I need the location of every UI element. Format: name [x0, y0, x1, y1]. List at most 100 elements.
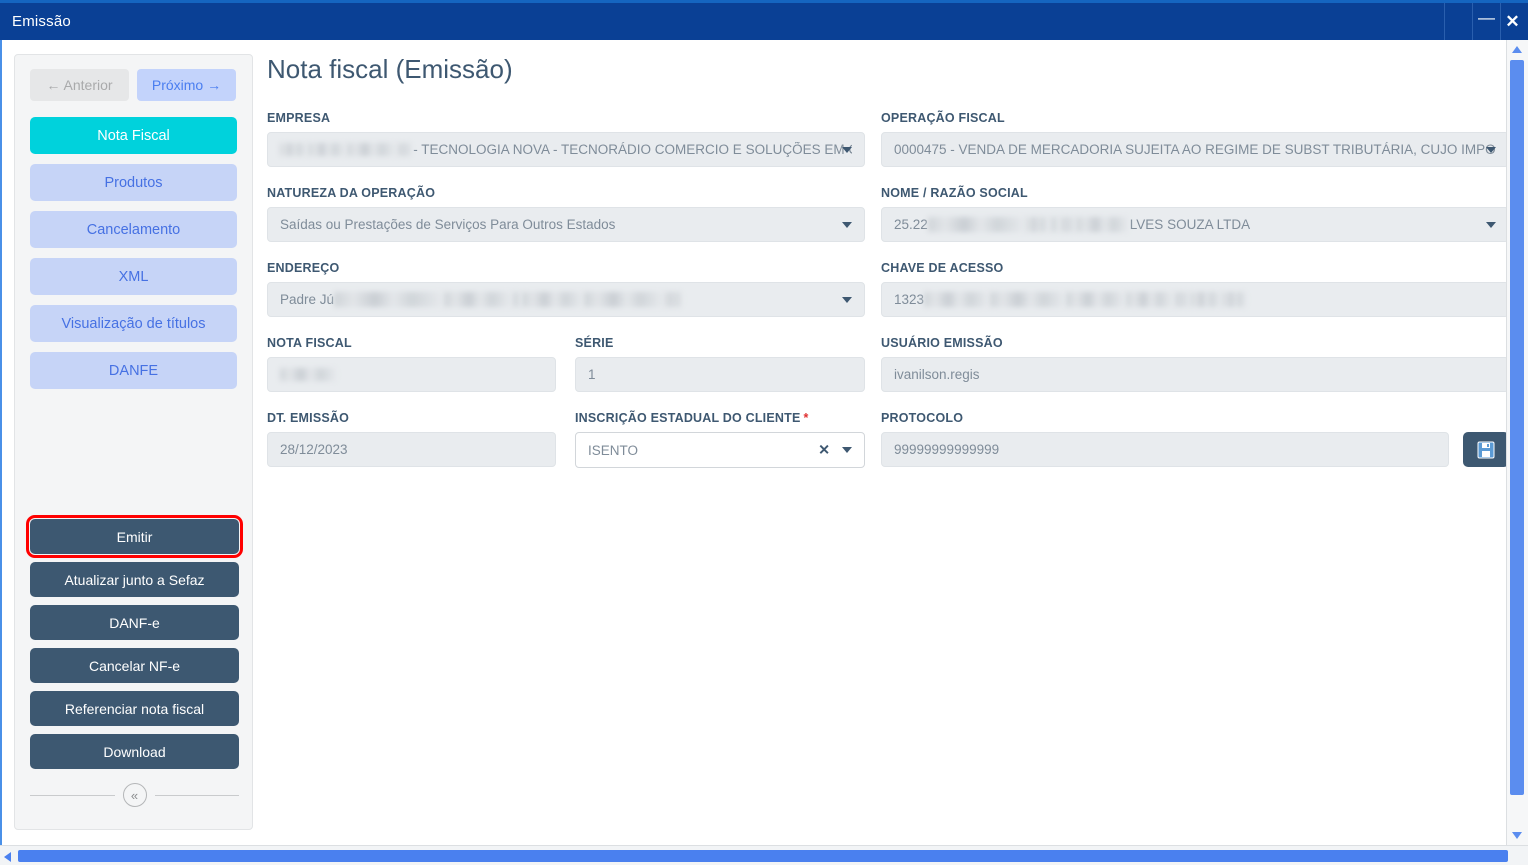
scroll-up-icon[interactable]	[1512, 46, 1522, 53]
operacao-fiscal-value: 0000475 - VENDA DE MERCADORIA SUJEITA AO…	[894, 142, 1496, 157]
clear-icon[interactable]: ✕	[818, 442, 830, 459]
protocolo-field-wrap: 99999999999999	[881, 432, 1449, 467]
natureza-operacao-select[interactable]: Saídas ou Prestações de Serviços Para Ou…	[267, 207, 865, 242]
field-protocolo: PROTOCOLO 99999999999999	[881, 411, 1509, 467]
serie-value: 1	[588, 367, 596, 382]
label-nome-razao-social: NOME / RAZÃO SOCIAL	[881, 186, 1028, 200]
window-controls: — ✕	[1444, 3, 1528, 40]
referenciar-nota-fiscal-button[interactable]: Referenciar nota fiscal	[30, 691, 239, 726]
sidebar: ← Anterior Próximo → Nota Fiscal Produto…	[14, 54, 253, 830]
atualizar-sefaz-button[interactable]: Atualizar junto a Sefaz	[30, 562, 239, 597]
collapse-left-icon[interactable]: «	[122, 783, 147, 807]
sidebar-nav-list: Nota Fiscal Produtos Cancelamento XML Vi…	[15, 101, 252, 389]
sidebar-item-xml[interactable]: XML	[30, 258, 237, 295]
serie-input[interactable]: 1	[575, 357, 865, 392]
inscricao-estadual-value: ISENTO	[588, 442, 639, 458]
sidebar-item-produtos[interactable]: Produtos	[30, 164, 237, 201]
nome-razao-social-select[interactable]: 25.22 LVES SOUZA LTDA	[881, 207, 1509, 242]
save-button[interactable]	[1462, 432, 1509, 467]
horizontal-scrollbar[interactable]	[0, 845, 1528, 865]
chevron-down-icon[interactable]	[842, 146, 852, 153]
title-bar: Emissão — ✕	[0, 0, 1528, 40]
divider-right	[154, 794, 239, 796]
endereco-select[interactable]: Padre Jú	[267, 282, 865, 317]
label-protocolo: PROTOCOLO	[881, 411, 964, 425]
dt-emissao-value: 28/12/2023	[280, 442, 348, 457]
cancelar-nfe-button[interactable]: Cancelar NF-e	[30, 648, 239, 683]
window-title: Emissão	[12, 13, 71, 30]
divider-left	[30, 794, 115, 796]
form-grid: EMPRESA - TECNOLOGIA NOVA - TECNORÁDIO C…	[267, 111, 1509, 487]
form-row-dt-inscricao: DT. EMISSÃO 28/12/2023 INSCRIÇÃO ESTADUA…	[267, 411, 865, 487]
horizontal-scroll-thumb[interactable]	[18, 850, 1508, 862]
form-column-right: OPERAÇÃO FISCAL 0000475 - VENDA DE MERCA…	[881, 111, 1509, 487]
emitir-button[interactable]: Emitir	[26, 515, 243, 558]
endereco-value: Padre Jú	[280, 292, 335, 307]
field-endereco: ENDEREÇO Padre Jú	[267, 261, 865, 317]
label-chave-acesso: CHAVE DE ACESSO	[881, 261, 1004, 275]
field-natureza-operacao: NATUREZA DA OPERAÇÃO Saídas ou Prestaçõe…	[267, 186, 865, 242]
minimize-icon[interactable]: —	[1472, 3, 1500, 40]
label-endereco: ENDEREÇO	[267, 261, 340, 275]
danfe-button[interactable]: DANF-e	[30, 605, 239, 640]
save-floppy-icon	[1477, 441, 1495, 458]
chevron-down-icon[interactable]	[842, 296, 852, 303]
label-operacao-fiscal: OPERAÇÃO FISCAL	[881, 111, 1005, 125]
chevron-down-icon[interactable]	[842, 221, 852, 228]
scroll-down-icon[interactable]	[1512, 832, 1522, 839]
label-serie: SÉRIE	[575, 336, 614, 350]
field-dt-emissao: DT. EMISSÃO 28/12/2023	[267, 411, 556, 468]
usuario-emissao-value: ivanilson.regis	[894, 367, 980, 382]
field-serie: SÉRIE 1	[575, 336, 865, 392]
form-row-nota-serie: NOTA FISCAL SÉRIE 1	[267, 336, 865, 411]
required-marker: *	[803, 411, 809, 425]
previous-button[interactable]: ← Anterior	[30, 69, 129, 101]
label-usuario-emissao: USUÁRIO EMISSÃO	[881, 336, 1003, 350]
field-usuario-emissao: USUÁRIO EMISSÃO ivanilson.regis	[881, 336, 1509, 392]
chevron-down-icon[interactable]	[842, 447, 852, 453]
sidebar-item-cancelamento[interactable]: Cancelamento	[30, 211, 237, 248]
download-button[interactable]: Download	[30, 734, 239, 769]
next-button[interactable]: Próximo →	[137, 69, 236, 101]
usuario-emissao-input[interactable]: ivanilson.regis	[881, 357, 1509, 392]
dt-emissao-input[interactable]: 28/12/2023	[267, 432, 556, 467]
empresa-select[interactable]: - TECNOLOGIA NOVA - TECNORÁDIO COMERCIO …	[267, 132, 865, 167]
protocolo-value: 99999999999999	[894, 442, 1000, 457]
window-body: ← Anterior Próximo → Nota Fiscal Produto…	[0, 40, 1509, 845]
sidebar-item-danfe[interactable]: DANFE	[30, 352, 237, 389]
main-content: Nota fiscal (Emissão) EMPRESA - TECNOLOG…	[267, 54, 1509, 487]
protocolo-row: 99999999999999	[881, 432, 1509, 467]
nota-fiscal-input[interactable]	[267, 357, 556, 392]
vertical-scroll-thumb[interactable]	[1510, 60, 1524, 795]
field-empresa: EMPRESA - TECNOLOGIA NOVA - TECNORÁDIO C…	[267, 111, 865, 167]
chave-acesso-prefix: 1323	[894, 292, 925, 307]
sidebar-collapse-row: «	[30, 783, 239, 807]
natureza-operacao-value: Saídas ou Prestações de Serviços Para Ou…	[280, 217, 616, 232]
vertical-scrollbar[interactable]	[1506, 40, 1528, 845]
label-empresa: EMPRESA	[267, 111, 331, 125]
label-inscricao-estadual: INSCRIÇÃO ESTADUAL DO CLIENTE *	[575, 411, 865, 425]
application-window: Emissão — ✕ ← Anterior Próximo → Nota Fi…	[0, 0, 1528, 865]
chevron-down-icon[interactable]	[1485, 221, 1496, 228]
field-nome-razao-social: NOME / RAZÃO SOCIAL 25.22 LVES SOUZA LTD…	[881, 186, 1509, 242]
operacao-fiscal-select[interactable]: 0000475 - VENDA DE MERCADORIA SUJEITA AO…	[881, 132, 1509, 167]
nome-razao-social-prefix: 25.22	[894, 217, 928, 232]
label-natureza-operacao: NATUREZA DA OPERAÇÃO	[267, 186, 436, 200]
chave-acesso-input[interactable]: 1323	[881, 282, 1509, 317]
sidebar-action-list: Emitir Atualizar junto a Sefaz DANF-e Ca…	[26, 515, 243, 769]
wizard-pager: ← Anterior Próximo →	[15, 55, 252, 101]
nome-razao-social-suffix: LVES SOUZA LTDA	[1129, 217, 1251, 232]
protocolo-input[interactable]: 99999999999999	[881, 432, 1449, 467]
empresa-value: - TECNOLOGIA NOVA - TECNORÁDIO COMERCIO …	[413, 142, 852, 157]
field-inscricao-estadual: INSCRIÇÃO ESTADUAL DO CLIENTE * ISENTO ✕	[575, 411, 865, 468]
label-dt-emissao: DT. EMISSÃO	[267, 411, 350, 425]
inscricao-estadual-select[interactable]: ISENTO ✕	[575, 432, 865, 468]
page-title: Nota fiscal (Emissão)	[267, 54, 513, 84]
close-icon[interactable]: ✕	[1500, 3, 1528, 40]
sidebar-item-visualizacao-titulos[interactable]: Visualização de títulos	[30, 305, 237, 342]
chevron-down-icon[interactable]	[1485, 146, 1496, 153]
label-inscricao-estadual-text: INSCRIÇÃO ESTADUAL DO CLIENTE	[575, 411, 801, 425]
scroll-left-icon[interactable]	[4, 852, 11, 862]
titlebar-spacer	[1444, 3, 1472, 40]
sidebar-item-nota-fiscal[interactable]: Nota Fiscal	[30, 117, 237, 154]
